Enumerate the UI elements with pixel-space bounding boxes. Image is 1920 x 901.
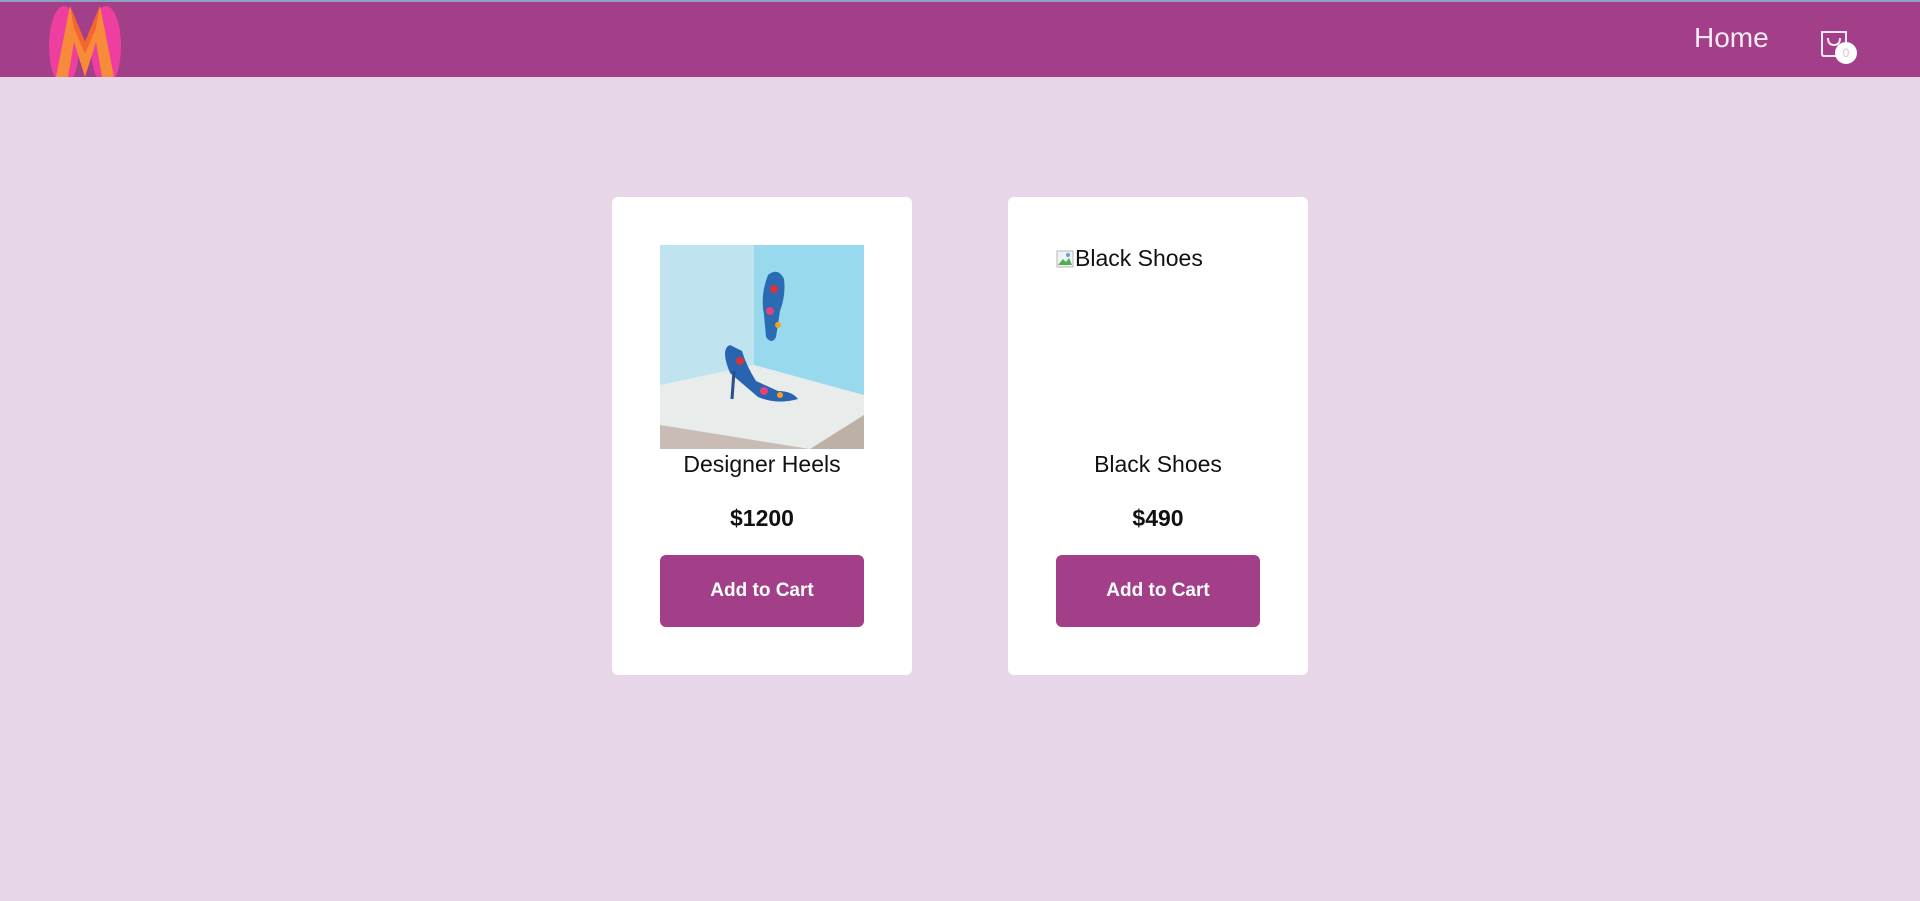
product-image (660, 245, 864, 449)
product-name: Black Shoes (1094, 451, 1222, 477)
navbar: Home 0 (0, 2, 1920, 86)
nav-home-link[interactable]: Home (1694, 22, 1769, 54)
cart-count-badge: 0 (1835, 42, 1857, 64)
add-to-cart-button[interactable]: Add to Cart (1056, 555, 1260, 627)
product-card: Black Shoes Black Shoes $490 Add to Cart (1008, 197, 1308, 675)
add-to-cart-button[interactable]: Add to Cart (660, 555, 864, 627)
myntra-logo-icon[interactable] (46, 2, 124, 86)
image-alt-text: Black Shoes (1075, 245, 1203, 271)
product-card: Designer Heels $1200 Add to Cart (612, 197, 912, 675)
broken-image-icon (1056, 247, 1074, 268)
product-name: Designer Heels (683, 451, 841, 477)
product-price: $490 (1132, 505, 1184, 531)
product-price: $1200 (730, 505, 794, 531)
product-image: Black Shoes (1056, 245, 1260, 449)
